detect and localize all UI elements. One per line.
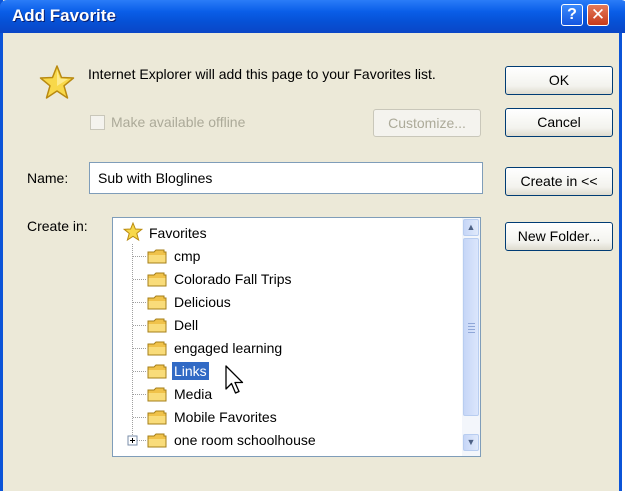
close-icon: ✕	[590, 5, 606, 24]
scroll-thumb[interactable]	[463, 238, 479, 416]
ok-button[interactable]: OK	[505, 66, 613, 95]
tree-item-label: Mobile Favorites	[174, 409, 277, 425]
tree-item-label: Delicious	[174, 294, 231, 310]
customize-button[interactable]: Customize...	[373, 109, 481, 137]
cancel-button[interactable]: Cancel	[505, 108, 613, 137]
scroll-down-button[interactable]: ▼	[463, 434, 479, 451]
tree-item-label: cmp	[174, 248, 201, 264]
tree-item[interactable]: Links	[113, 360, 453, 383]
close-button[interactable]: ✕	[587, 4, 609, 26]
info-message: Internet Explorer will add this page to …	[88, 66, 436, 82]
mouse-pointer-icon	[225, 365, 244, 394]
create-in-label: Create in:	[27, 218, 88, 234]
scroll-up-button[interactable]: ▲	[463, 219, 479, 236]
tree-item[interactable]: Dell	[113, 314, 453, 337]
folder-icon	[147, 295, 167, 310]
tree-item-label: one room schoolhouse	[174, 432, 316, 448]
folder-icon	[147, 318, 167, 333]
tree-item[interactable]: one room schoolhouse	[113, 429, 453, 452]
offline-label: Make available offline	[111, 114, 246, 130]
folder-icon	[147, 433, 167, 448]
tree-item[interactable]: engaged learning	[113, 337, 453, 360]
folder-icon	[147, 341, 167, 356]
tree-item-label: engaged learning	[174, 340, 283, 356]
help-button[interactable]: ?	[561, 4, 583, 26]
folder-icon	[147, 272, 167, 287]
tree-root-label: Favorites	[149, 225, 207, 241]
tree-item-label: Links	[172, 362, 209, 380]
tree-item[interactable]: cmp	[113, 245, 453, 268]
star-icon	[123, 222, 143, 242]
add-favorite-dialog: Add Favorite ? ✕ Internet Explorer will …	[0, 0, 625, 491]
tree-item-label: Dell	[174, 317, 199, 333]
create-in-button[interactable]: Create in <<	[505, 167, 613, 196]
help-icon: ?	[567, 6, 577, 23]
name-label: Name:	[27, 170, 69, 186]
folder-icon	[147, 364, 167, 379]
tree-item[interactable]: Mobile Favorites	[113, 406, 453, 429]
folder-tree[interactable]: Favorites cmp Colorado Fall Trips Deliciou…	[112, 217, 481, 457]
tree-item-label: Media	[174, 386, 213, 402]
offline-checkbox[interactable]	[90, 115, 105, 130]
tree-root-favorites[interactable]: Favorites	[113, 222, 453, 245]
title-bar[interactable]: Add Favorite ? ✕	[0, 0, 625, 33]
folder-icon	[147, 410, 167, 425]
window-title: Add Favorite	[12, 6, 116, 25]
new-folder-button[interactable]: New Folder...	[505, 222, 613, 251]
tree-item[interactable]: Colorado Fall Trips	[113, 268, 453, 291]
tree-scrollbar[interactable]: ▲ ▼	[462, 218, 480, 456]
tree-item[interactable]: Media	[113, 383, 453, 406]
folder-icon	[147, 249, 167, 264]
folder-icon	[147, 387, 167, 402]
star-icon	[39, 65, 75, 99]
tree-item-label: Colorado Fall Trips	[174, 271, 292, 287]
tree-item[interactable]: Delicious	[113, 291, 453, 314]
name-field[interactable]: Sub with Bloglines	[89, 162, 483, 194]
